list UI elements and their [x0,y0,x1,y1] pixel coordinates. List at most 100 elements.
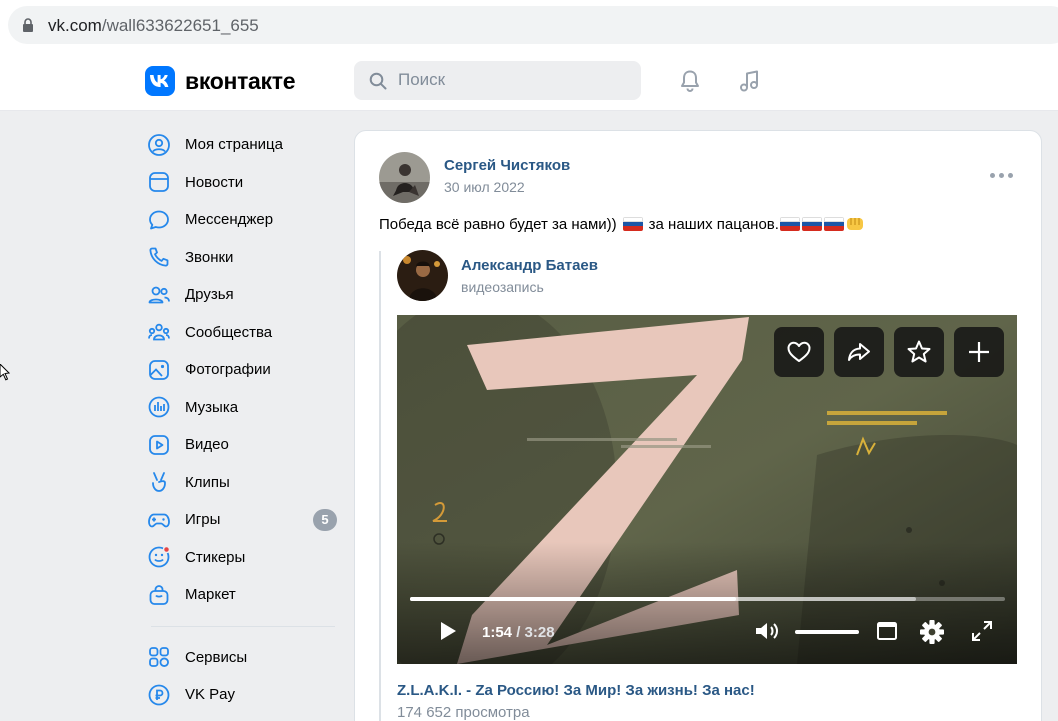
bell-icon[interactable] [676,67,704,95]
post-text-part: Победа всё равно будет за нами)) [379,215,617,233]
sidebar-divider [151,625,335,627]
sidebar-item-label: Сообщества [185,323,273,341]
sidebar-item-communities[interactable]: Сообщества [145,314,341,352]
video-title-link[interactable]: Z.L.A.K.I. - Zа Россию! За Мир! За жизнь… [397,682,755,699]
volume-icon[interactable] [753,619,781,643]
search-input[interactable] [398,69,628,91]
post-text: Победа всё равно будет за нами)) за наши… [379,215,865,233]
fist-icon [846,218,863,230]
repost-indicator-line [379,251,381,721]
search-icon [369,72,387,90]
sidebar-item-label: Друзья [185,286,234,304]
post-author-name[interactable]: Сергей Чистяков [444,157,570,174]
sidebar-item-label: Моя страница [185,136,283,154]
author-avatar[interactable] [379,152,430,203]
repost-author-avatar[interactable] [397,250,448,301]
sidebar-item-vkpay[interactable]: VK Pay [145,676,341,714]
vk-logo[interactable]: вконтакте [145,66,296,96]
sidebar-item-label: Видео [185,436,229,454]
volume-slider-fill [795,630,859,634]
message-icon [145,206,173,234]
browser-address-bar: vk.com/wall633622651_655 [0,0,1058,50]
sidebar-item-photos[interactable]: Фотографии [145,351,341,389]
clips-icon [145,468,173,496]
sidebar-item-label: VK Pay [185,686,236,704]
repost-type-label: видеозапись [461,279,544,295]
gamepad-icon [145,506,173,534]
music-note-icon[interactable] [736,67,764,95]
vk-logo-icon [145,66,175,96]
fullscreen-icon[interactable] [970,619,994,643]
video-progress-bar[interactable] [410,597,1005,601]
sidebar-item-calls[interactable]: Звонки [145,239,341,277]
share-video-button[interactable] [834,327,884,377]
shopping-bag-icon [145,581,173,609]
sidebar-item-services[interactable]: Сервисы [145,639,341,677]
url-domain: vk.com [48,16,102,35]
star-icon [907,340,931,363]
search-box[interactable] [354,61,641,100]
smile-icon [145,543,173,571]
music-icon [145,393,173,421]
url-text: vk.com/wall633622651_655 [48,16,259,36]
video-progress-fill [410,597,737,601]
phone-icon [145,243,173,271]
sidebar-item-label: Фотографии [185,361,271,379]
lock-icon [23,18,33,32]
sidebar-item-music[interactable]: Музыка [145,389,341,427]
play-icon[interactable] [437,619,459,643]
add-video-button[interactable] [954,327,1004,377]
services-icon [145,643,173,671]
sidebar-item-label: Новости [185,173,244,191]
russia-flag-icon [779,217,800,231]
sidebar-item-label: Звонки [185,248,234,266]
communities-icon [145,318,173,346]
vk-header: вконтакте [0,50,1058,111]
sidebar-item-stickers[interactable]: Стикеры [145,539,341,577]
post-text-part: за наших пацанов. [648,215,779,233]
heart-icon [787,341,811,362]
mouse-cursor-icon [0,364,10,381]
sidebar-item-label: Маркет [185,586,236,604]
sidebar-item-label: Стикеры [185,548,246,566]
miniplayer-icon[interactable] [875,619,899,643]
bookmark-video-button[interactable] [894,327,944,377]
url-field[interactable]: vk.com/wall633622651_655 [8,6,1058,44]
video-player[interactable]: 1:54 / 3:28 [397,315,1017,664]
sidebar-item-clips[interactable]: Клипы [145,464,341,502]
repost-author-name[interactable]: Александр Батаев [461,257,598,274]
newsfeed-icon [145,168,173,196]
users-icon [145,281,173,309]
sidebar-item-games[interactable]: Игры 5 [145,501,341,539]
sidebar-item-news[interactable]: Новости [145,164,341,202]
left-sidebar: Моя страница Новости Мессенджер Звонки Д… [145,126,341,714]
video-time: 1:54 / 3:28 [482,624,555,641]
logo-text: вконтакте [185,67,296,94]
russia-flag-icon [823,217,844,231]
russia-flag-icon [622,217,643,231]
sidebar-item-label: Клипы [185,473,230,491]
like-video-button[interactable] [774,327,824,377]
post-date[interactable]: 30 июл 2022 [444,179,525,195]
sidebar-item-messenger[interactable]: Мессенджер [145,201,341,239]
volume-slider[interactable] [795,630,859,634]
sidebar-item-label: Сервисы [185,648,248,666]
sidebar-item-label: Мессенджер [185,211,274,229]
vkpay-icon [145,681,173,709]
sidebar-item-market[interactable]: Маркет [145,576,341,614]
share-icon [848,343,870,361]
more-options-icon[interactable] [990,173,1013,178]
settings-gear-icon[interactable] [919,619,945,645]
video-icon [145,431,173,459]
user-circle-icon [145,131,173,159]
picture-icon [145,356,173,384]
sidebar-item-my-page[interactable]: Моя страница [145,126,341,164]
video-views-count: 174 652 просмотра [397,704,530,721]
russia-flag-icon [801,217,822,231]
sidebar-item-friends[interactable]: Друзья [145,276,341,314]
plus-icon [969,342,989,362]
video-duration: 3:28 [524,624,555,641]
video-time-separator: / [512,624,525,641]
sidebar-item-video[interactable]: Видео [145,426,341,464]
video-current-time: 1:54 [482,624,513,641]
